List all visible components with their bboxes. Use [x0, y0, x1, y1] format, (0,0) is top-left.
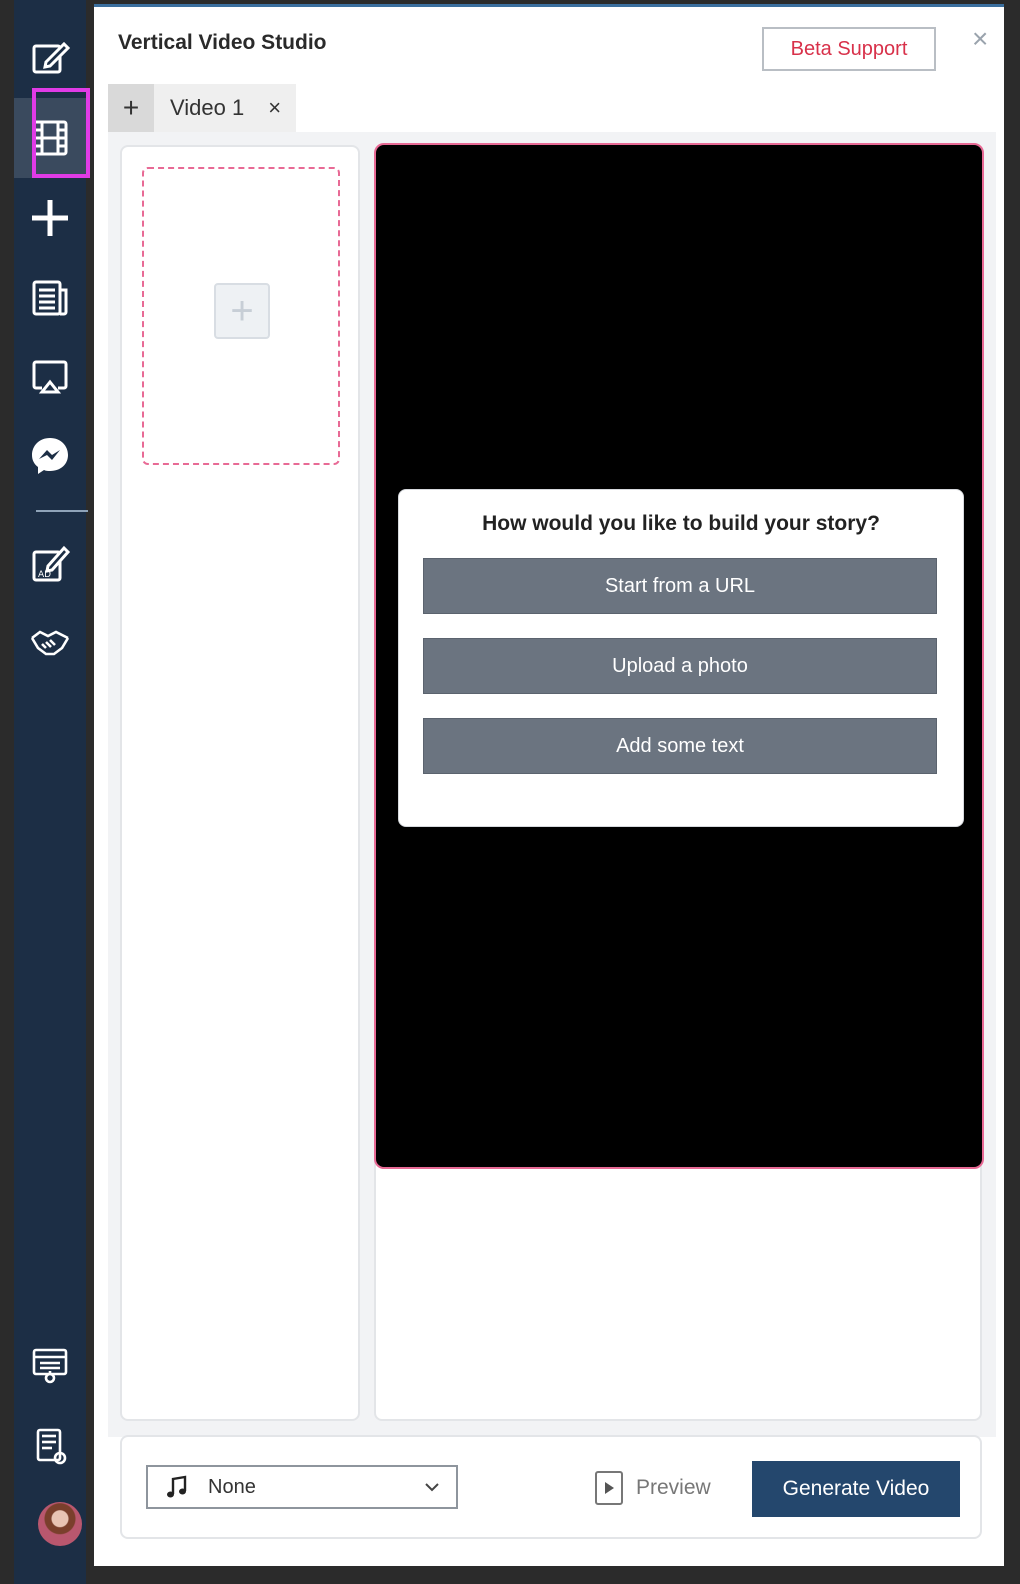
story-prompt-title: How would you like to build your story?	[482, 512, 880, 535]
sidebar: AD	[14, 0, 90, 1584]
chevron-down-icon	[425, 1483, 439, 1492]
page-title: Vertical Video Studio	[118, 31, 327, 54]
upload-photo-button[interactable]: Upload a photo	[423, 638, 937, 694]
handshake-icon[interactable]	[14, 606, 86, 678]
messenger-icon[interactable]	[14, 420, 86, 492]
airplay-icon[interactable]	[14, 340, 86, 412]
preview-label: Preview	[636, 1476, 711, 1499]
video-canvas: How would you like to build your story? …	[374, 143, 984, 1169]
start-from-url-button[interactable]: Start from a URL	[423, 558, 937, 614]
preview-button[interactable]: Preview	[594, 1463, 711, 1513]
window-edge-bottom	[86, 1566, 1020, 1584]
document-settings-icon[interactable]	[14, 1410, 86, 1482]
close-icon[interactable]: ×	[972, 23, 988, 55]
generate-video-button[interactable]: Generate Video	[752, 1461, 960, 1517]
video-studio-panel: Vertical Video Studio Beta Support × + V…	[94, 4, 1004, 1582]
music-note-icon	[167, 1475, 187, 1498]
play-preview-icon	[595, 1471, 623, 1505]
window-edge	[1004, 0, 1020, 1584]
tab-close-icon[interactable]: ×	[268, 95, 281, 121]
beta-support-button[interactable]: Beta Support	[762, 27, 936, 71]
plus-icon[interactable]	[14, 182, 86, 254]
music-selected-value: None	[208, 1475, 256, 1498]
add-tab-button[interactable]: +	[108, 84, 154, 132]
tab-video-1[interactable]: Video 1 ×	[154, 84, 296, 132]
presentation-icon[interactable]	[14, 1330, 86, 1402]
svg-text:AD: AD	[38, 570, 51, 580]
user-avatar[interactable]	[38, 1502, 82, 1546]
active-item-highlight	[32, 88, 90, 178]
sidebar-divider	[36, 510, 88, 512]
add-scene-icon[interactable]: +	[214, 283, 270, 339]
story-builder-card: How would you like to build your story? …	[398, 489, 964, 827]
music-select[interactable]: None	[146, 1465, 458, 1509]
scene-list: +	[120, 145, 360, 1421]
tab-label: Video 1	[170, 95, 245, 120]
add-text-button[interactable]: Add some text	[423, 718, 937, 774]
edit-icon[interactable]	[14, 22, 86, 94]
bottom-toolbar: None Preview Generate Video	[120, 1435, 982, 1539]
ad-edit-icon[interactable]: AD	[14, 528, 86, 600]
scene-slot[interactable]: +	[142, 167, 340, 465]
newspaper-icon[interactable]	[14, 262, 86, 334]
